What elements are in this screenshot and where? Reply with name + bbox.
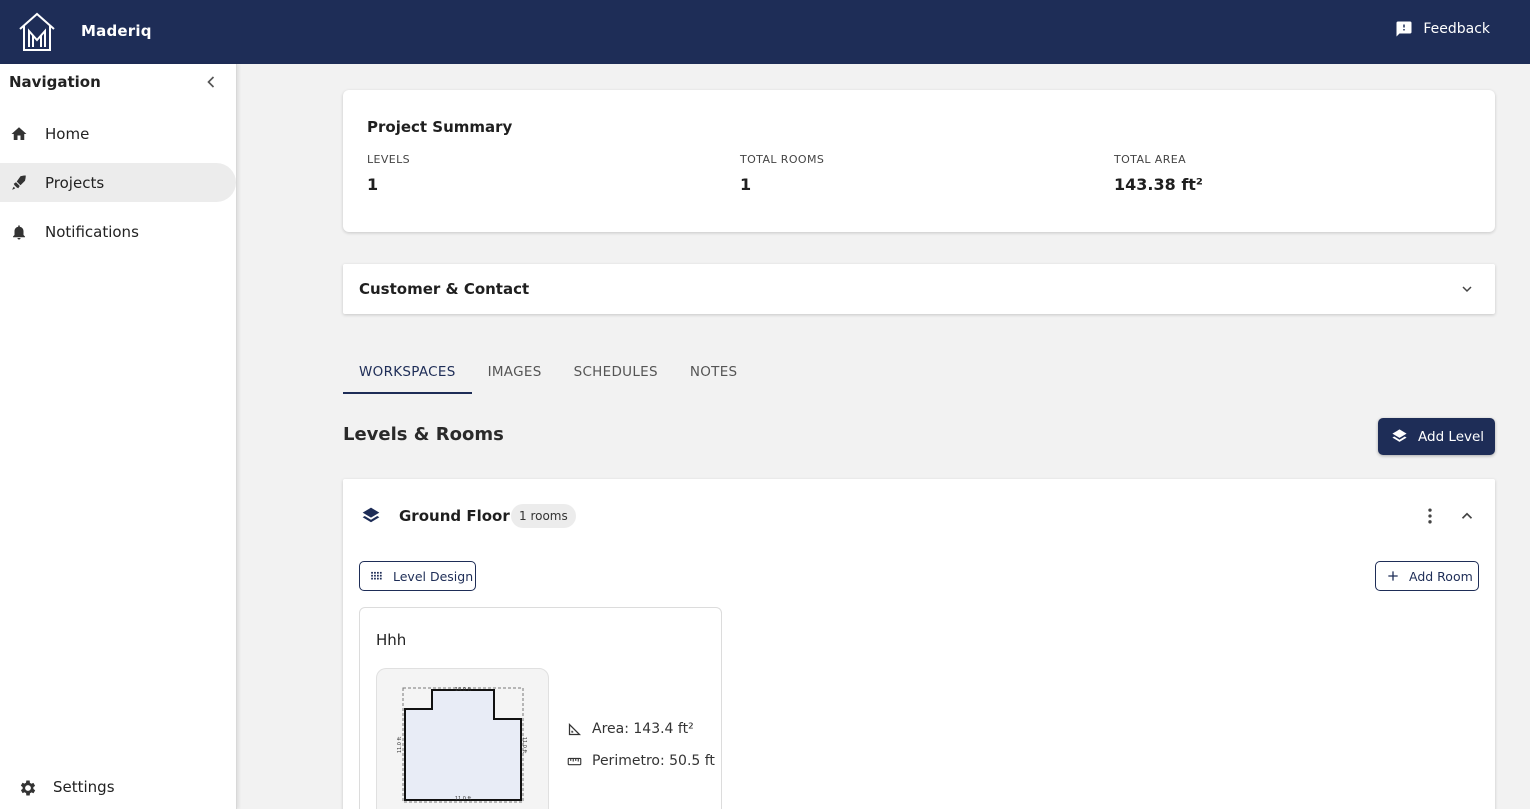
level-design-label: Level Design — [393, 568, 474, 584]
project-summary-card: Project Summary LEVELS 1 TOTAL ROOMS 1 T… — [343, 90, 1495, 232]
chevron-left-icon[interactable] — [201, 72, 221, 92]
stat-value: 1 — [367, 175, 379, 194]
room-perimeter-text: Perimetro: 50.5 ft — [592, 753, 715, 769]
summary-title: Project Summary — [367, 118, 513, 136]
level-card: Ground Floor 1 rooms Level Design Add Ro… — [343, 479, 1495, 809]
tab-workspaces[interactable]: WORKSPACES — [343, 350, 472, 394]
tab-notes[interactable]: NOTES — [674, 350, 754, 394]
feedback-icon — [1396, 21, 1412, 37]
chevron-up-icon[interactable] — [1458, 507, 1476, 525]
sidebar-item-label: Settings — [53, 778, 115, 796]
room-card[interactable]: Hhh 14.0 ft 11.0 ft 11.0 ft 11.0 ft Area… — [359, 607, 722, 809]
stat-value: 1 — [740, 175, 752, 194]
level-design-button[interactable]: Level Design — [359, 561, 476, 591]
gear-icon — [20, 780, 36, 796]
home-icon — [11, 127, 27, 140]
stat-label: TOTAL AREA — [1114, 153, 1187, 166]
plus-icon — [1388, 571, 1398, 581]
project-tabs: WORKSPACES IMAGES SCHEDULES NOTES — [343, 350, 753, 394]
top-app-bar: Maderiq Feedback — [0, 0, 1530, 64]
level-name: Ground Floor — [399, 507, 510, 525]
sidebar-item-projects[interactable]: Projects — [0, 163, 236, 202]
stat-total-rooms: TOTAL ROOMS 1 — [740, 153, 824, 194]
sidebar-item-settings[interactable]: Settings — [0, 769, 236, 805]
tab-schedules[interactable]: SCHEDULES — [558, 350, 674, 394]
room-perimeter: Perimetro: 50.5 ft — [567, 753, 715, 769]
sidebar-item-home[interactable]: Home — [0, 114, 236, 153]
feedback-button[interactable]: Feedback — [1395, 20, 1490, 38]
grid-icon — [371, 571, 382, 580]
layers-icon — [362, 507, 380, 523]
rocket-icon — [12, 175, 26, 190]
stat-levels: LEVELS 1 — [367, 153, 410, 194]
sidebar-item-label: Home — [45, 124, 90, 143]
chevron-down-icon[interactable] — [1459, 281, 1475, 297]
stat-label: TOTAL ROOMS — [740, 153, 825, 166]
room-area-text: Area: 143.4 ft² — [592, 721, 694, 737]
rooms-count-chip: 1 rooms — [511, 504, 576, 528]
sidebar: Navigation Home Projects Notifications S… — [0, 64, 237, 809]
customer-contact-accordion[interactable]: Customer & Contact — [343, 264, 1495, 314]
square-foot-icon — [568, 722, 582, 735]
feedback-label: Feedback — [1423, 21, 1490, 37]
sidebar-item-label: Notifications — [45, 222, 139, 241]
dim-left: 11.0 ft — [397, 737, 403, 753]
tab-images[interactable]: IMAGES — [472, 350, 558, 394]
sidebar-item-notifications[interactable]: Notifications — [0, 212, 236, 251]
room-area: Area: 143.4 ft² — [567, 721, 694, 737]
sidebar-header: Navigation — [9, 73, 101, 91]
add-room-button[interactable]: Add Room — [1375, 561, 1479, 591]
layers-icon — [1392, 429, 1407, 442]
room-floorplan-svg: 14.0 ft 11.0 ft 11.0 ft 11.0 ft — [397, 687, 527, 803]
add-level-label: Add Level — [1418, 428, 1485, 445]
add-room-label: Add Room — [1409, 568, 1473, 584]
dim-top: 14.0 ft — [455, 687, 471, 693]
room-floorplan-preview[interactable]: 14.0 ft 11.0 ft 11.0 ft 11.0 ft — [376, 668, 549, 809]
dim-bottom: 11.0 ft — [455, 796, 471, 802]
app-logo[interactable] — [18, 11, 56, 53]
ruler-icon — [567, 757, 582, 765]
accordion-title: Customer & Contact — [359, 280, 530, 298]
dim-right: 11.0 ft — [521, 737, 527, 753]
section-title: Levels & Rooms — [343, 424, 504, 445]
app-title[interactable]: Maderiq — [81, 22, 152, 40]
stat-value: 143.38 ft² — [1114, 175, 1203, 194]
room-name: Hhh — [376, 631, 407, 649]
add-level-button[interactable]: Add Level — [1378, 418, 1495, 455]
more-vert-icon[interactable] — [1420, 506, 1440, 526]
stat-total-area: TOTAL AREA 143.38 ft² — [1114, 153, 1203, 194]
stat-label: LEVELS — [367, 153, 411, 166]
room-outline — [404, 689, 522, 801]
bell-icon — [13, 225, 25, 240]
sidebar-item-label: Projects — [45, 173, 105, 192]
